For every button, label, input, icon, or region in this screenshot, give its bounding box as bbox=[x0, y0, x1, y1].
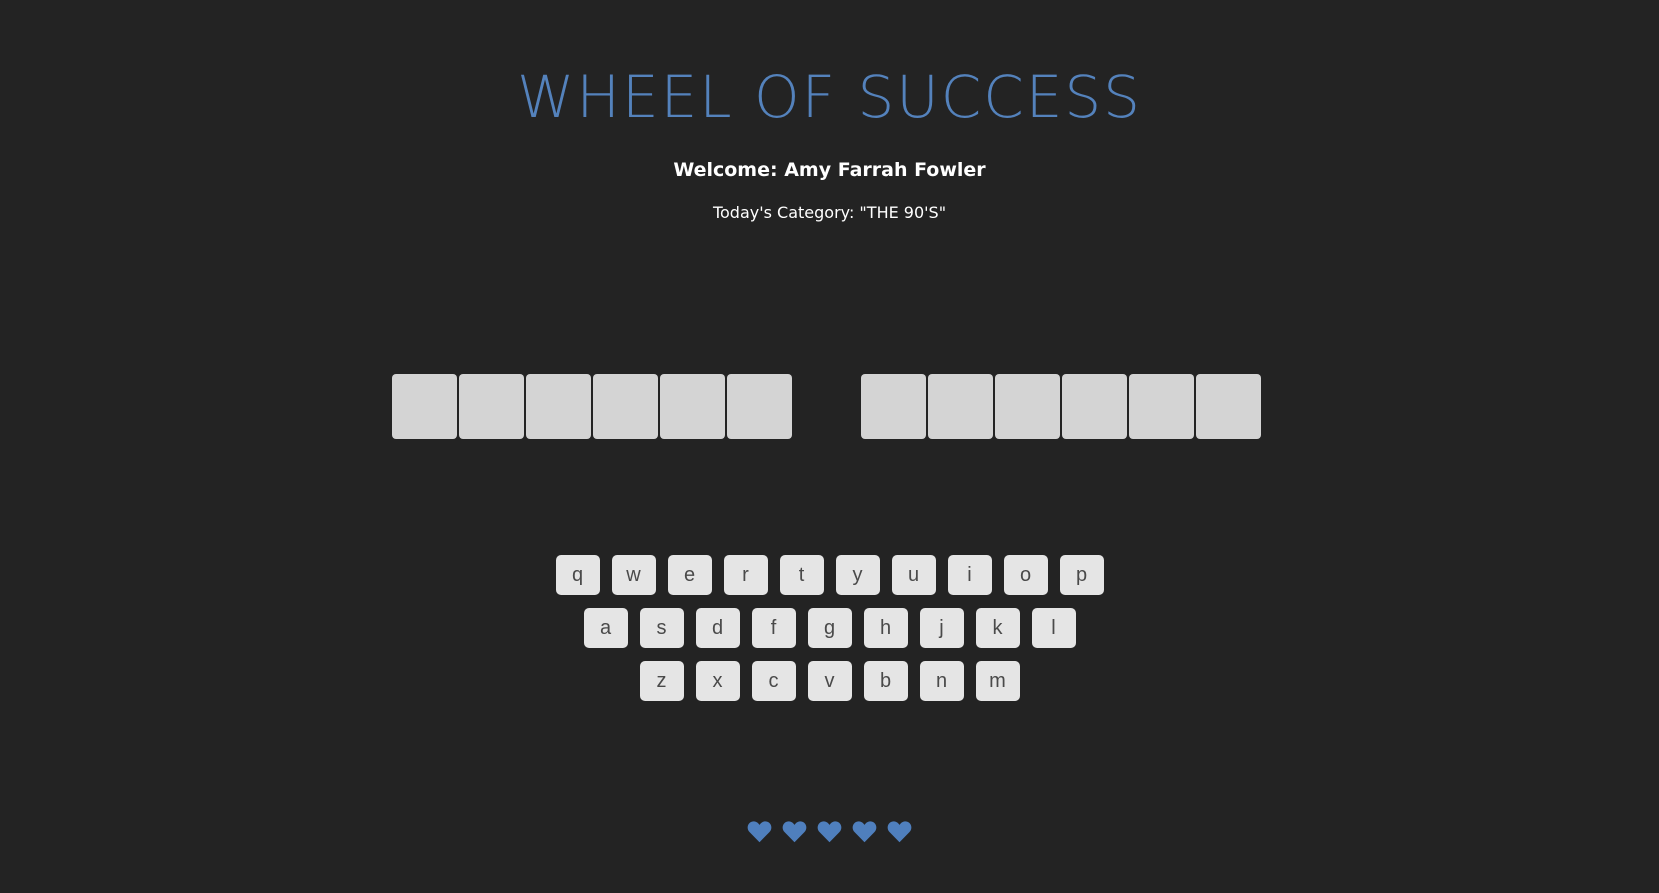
letter-tile bbox=[1196, 374, 1261, 439]
key-o[interactable]: o bbox=[1003, 555, 1048, 595]
key-w[interactable]: w bbox=[611, 555, 656, 595]
key-g[interactable]: g bbox=[807, 608, 852, 648]
key-m[interactable]: m bbox=[975, 661, 1020, 701]
letter-tile bbox=[392, 374, 457, 439]
letter-tile bbox=[526, 374, 591, 439]
key-a[interactable]: a bbox=[583, 608, 628, 648]
key-n[interactable]: n bbox=[919, 661, 964, 701]
key-q[interactable]: q bbox=[555, 555, 600, 595]
key-i[interactable]: i bbox=[947, 555, 992, 595]
key-v[interactable]: v bbox=[807, 661, 852, 701]
key-b[interactable]: b bbox=[863, 661, 908, 701]
letter-tile bbox=[1062, 374, 1127, 439]
keyboard-row-2: asdfghjkl bbox=[0, 608, 1659, 648]
heart-icon bbox=[781, 818, 808, 849]
heart-icon bbox=[886, 818, 913, 849]
phrase-board bbox=[392, 374, 1263, 439]
key-s[interactable]: s bbox=[639, 608, 684, 648]
letter-tile bbox=[660, 374, 725, 439]
phrase-space bbox=[794, 374, 859, 439]
key-t[interactable]: t bbox=[779, 555, 824, 595]
letter-tile bbox=[727, 374, 792, 439]
key-l[interactable]: l bbox=[1031, 608, 1076, 648]
key-c[interactable]: c bbox=[751, 661, 796, 701]
key-j[interactable]: j bbox=[919, 608, 964, 648]
key-e[interactable]: e bbox=[667, 555, 712, 595]
letter-tile bbox=[459, 374, 524, 439]
heart-icon bbox=[816, 818, 843, 849]
key-y[interactable]: y bbox=[835, 555, 880, 595]
key-r[interactable]: r bbox=[723, 555, 768, 595]
lives-indicator bbox=[0, 818, 1659, 849]
key-d[interactable]: d bbox=[695, 608, 740, 648]
letter-tile bbox=[995, 374, 1060, 439]
key-k[interactable]: k bbox=[975, 608, 1020, 648]
letter-tile bbox=[861, 374, 926, 439]
heart-icon bbox=[851, 818, 878, 849]
keyboard-row-1: qwertyuiop bbox=[0, 555, 1659, 595]
key-f[interactable]: f bbox=[751, 608, 796, 648]
heart-icon bbox=[746, 818, 773, 849]
page-title: WHEEL OF SUCCESS bbox=[517, 63, 1142, 131]
letter-tile bbox=[1129, 374, 1194, 439]
welcome-message: Welcome: Amy Farrah Fowler bbox=[673, 159, 986, 181]
key-p[interactable]: p bbox=[1059, 555, 1104, 595]
key-x[interactable]: x bbox=[695, 661, 740, 701]
letter-tile bbox=[593, 374, 658, 439]
category-label: Today's Category: "THE 90'S" bbox=[712, 203, 947, 222]
key-h[interactable]: h bbox=[863, 608, 908, 648]
key-u[interactable]: u bbox=[891, 555, 936, 595]
key-z[interactable]: z bbox=[639, 661, 684, 701]
letter-tile bbox=[928, 374, 993, 439]
keyboard-row-3: zxcvbnm bbox=[0, 661, 1659, 701]
